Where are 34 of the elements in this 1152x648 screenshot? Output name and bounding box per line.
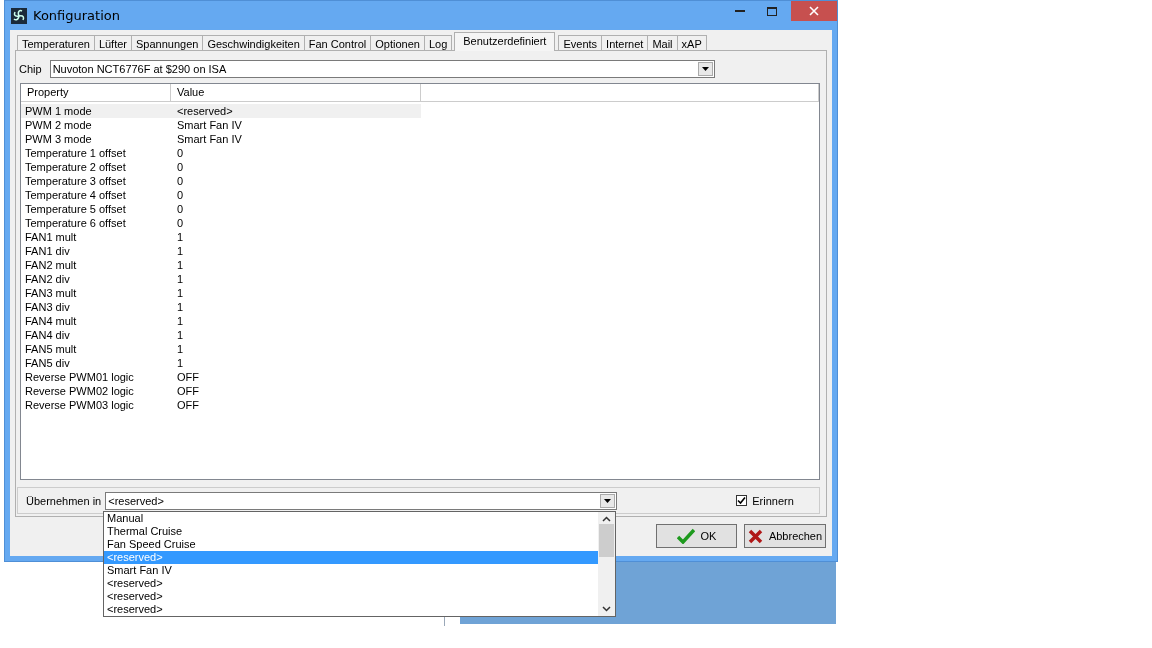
dropdown-arrow-icon <box>701 67 709 71</box>
fan-icon <box>11 7 27 24</box>
apply-dropdown[interactable]: <reserved> <box>105 491 618 510</box>
chip-label: Chip <box>19 63 42 75</box>
cross-icon <box>747 528 763 544</box>
scrollbar[interactable] <box>598 512 615 616</box>
tab[interactable]: Temperaturen <box>17 35 95 51</box>
list-row[interactable]: PWM 1 mode <reserved> <box>21 104 421 118</box>
tab[interactable]: Spannungen <box>131 35 204 51</box>
tab[interactable]: Log <box>423 35 453 51</box>
check-icon <box>676 528 695 544</box>
dropdown-arrow-icon <box>604 498 612 503</box>
tab[interactable]: Optionen <box>370 35 425 51</box>
scroll-up-icon[interactable] <box>602 516 611 522</box>
remember-label: Erinnern <box>752 494 794 507</box>
close-button[interactable] <box>791 1 837 21</box>
tab[interactable]: xAP <box>676 35 707 51</box>
ok-button[interactable]: OK <box>656 524 737 548</box>
tab[interactable]: Mail <box>647 35 678 51</box>
minimize-icon <box>735 10 745 12</box>
maximize-icon <box>767 6 777 16</box>
scroll-down-icon[interactable] <box>602 606 611 612</box>
cancel-button[interactable]: Abbrechen <box>744 524 826 548</box>
chip-dropdown[interactable]: Nuvoton NCT6776F at $290 on ISA <box>49 60 715 78</box>
remember-checkbox[interactable] <box>736 495 748 506</box>
tab[interactable]: Lüfter <box>93 35 132 51</box>
window-title: Konfiguration <box>33 8 121 23</box>
tab[interactable]: Fan Control <box>303 35 372 51</box>
tab[interactable]: Benutzerdefiniert <box>454 32 556 51</box>
tab[interactable]: Internet <box>601 35 649 51</box>
apply-label: Übernehmen in <box>26 494 102 507</box>
close-icon <box>809 6 819 16</box>
tab[interactable]: Geschwindigkeiten <box>202 35 305 51</box>
tab[interactable]: Events <box>558 35 603 51</box>
